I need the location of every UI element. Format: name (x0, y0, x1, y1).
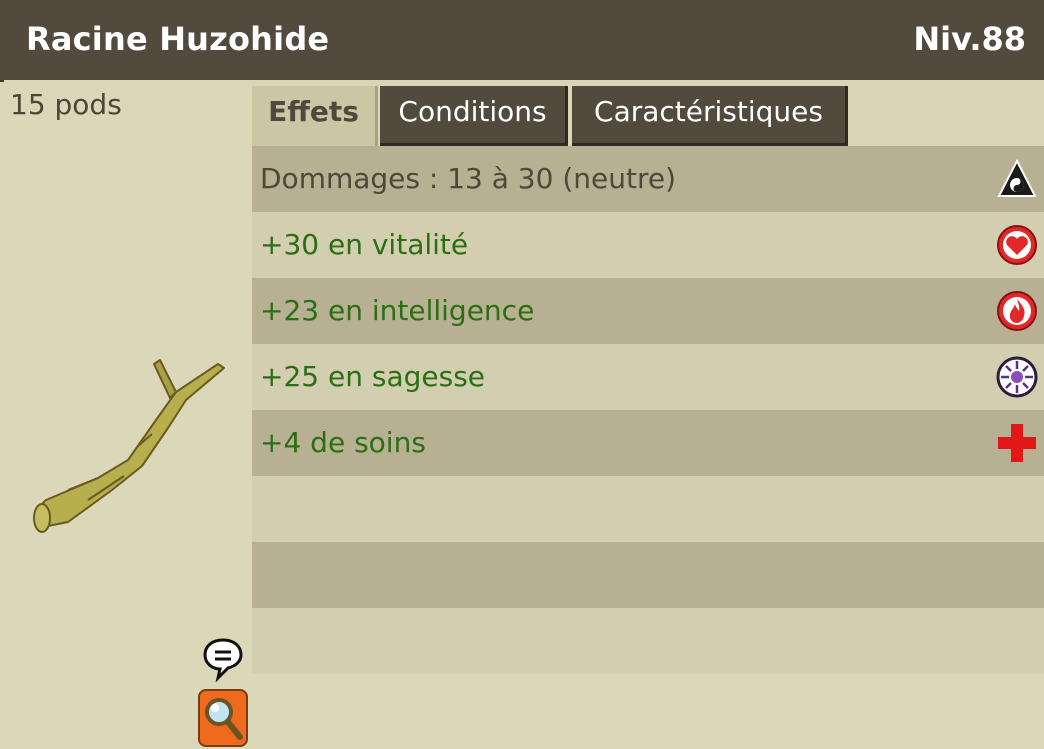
item-preview-pane: 15 pods (4, 80, 252, 747)
effect-row-empty (252, 608, 1044, 674)
tab-conditions[interactable]: Conditions (380, 86, 568, 146)
effects-list: Dommages : 13 à 30 (neutre) +30 en vital… (252, 146, 1044, 674)
wisdom-icon (996, 356, 1038, 398)
effect-row-empty (252, 542, 1044, 608)
inspect-button[interactable] (198, 689, 248, 747)
effect-row-empty (252, 476, 1044, 542)
effect-text: +23 en intelligence (260, 294, 535, 327)
magnifier-icon (205, 698, 243, 740)
vitality-heart-icon (997, 225, 1037, 265)
effect-text: Dommages : 13 à 30 (neutre) (260, 162, 677, 195)
tab-caracteristiques[interactable]: Caractéristiques (572, 86, 848, 146)
effect-row-vitality: +30 en vitalité (252, 212, 1044, 278)
item-details-panel: Effets Conditions Caractéristiques Domma… (252, 80, 1044, 674)
effect-text: +25 en sagesse (260, 360, 486, 393)
intelligence-fire-icon (997, 291, 1037, 331)
item-weight: 15 pods (10, 88, 122, 121)
tab-bar: Effets Conditions Caractéristiques (252, 80, 1044, 146)
effect-row-damage: Dommages : 13 à 30 (neutre) (252, 146, 1044, 212)
tab-effets[interactable]: Effets (252, 86, 378, 146)
effect-text: +4 de soins (260, 426, 426, 459)
item-header: Racine Huzohide Niv.88 (0, 0, 1044, 80)
item-level: Niv.88 (913, 20, 1026, 58)
item-name: Racine Huzohide (26, 20, 330, 58)
effect-row-heal: +4 de soins (252, 410, 1044, 476)
chat-bubble-icon[interactable] (202, 636, 244, 682)
effect-text: +30 en vitalité (260, 228, 469, 261)
heal-cross-icon (998, 424, 1036, 462)
neutral-element-icon (997, 158, 1037, 197)
effect-row-wisdom: +25 en sagesse (252, 344, 1044, 410)
item-image-wooden-staff (33, 359, 225, 533)
effect-row-intelligence: +23 en intelligence (252, 278, 1044, 344)
